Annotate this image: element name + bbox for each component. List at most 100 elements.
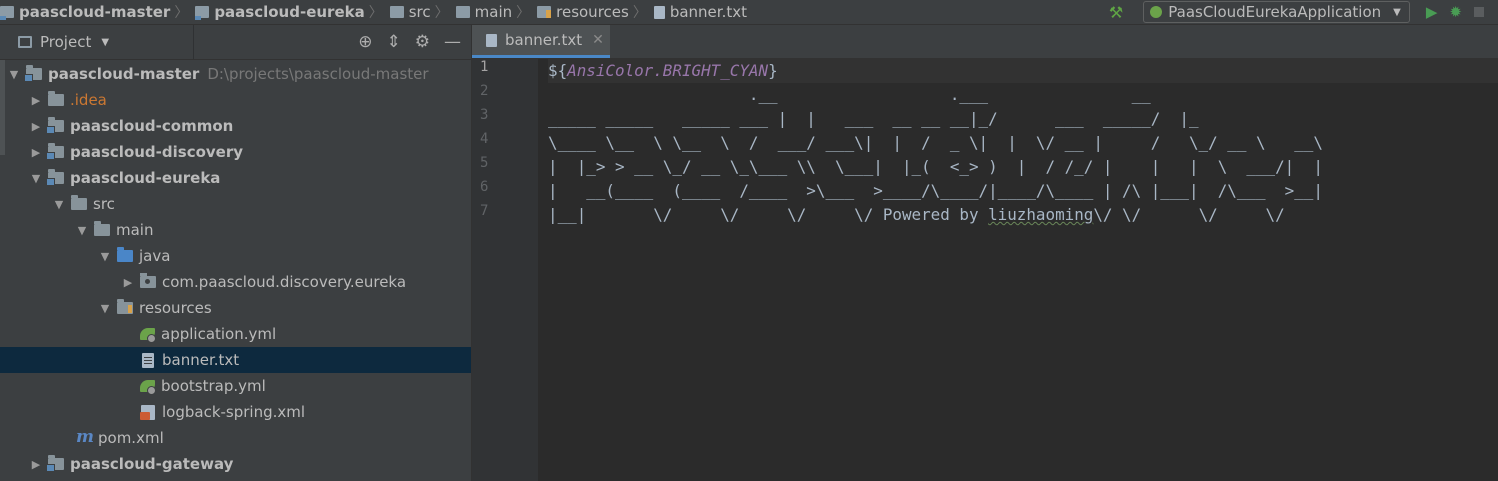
hide-minus-icon[interactable]: — bbox=[444, 32, 461, 52]
chevron-down-icon[interactable]: ▼ bbox=[30, 172, 42, 185]
tab-label: banner.txt bbox=[505, 31, 583, 49]
tree-node-label: paascloud-gateway bbox=[70, 455, 234, 473]
run-toolbar: ⚒ PaasCloudEurekaApplication ▼ ▶ ✹ bbox=[1109, 0, 1498, 24]
tree-node-resources[interactable]: ▼ resources bbox=[0, 295, 471, 321]
editor-area: banner.txt ✕ 1 2 3 4 5 6 7 ${AnsiColor.B… bbox=[472, 25, 1498, 481]
tree-node-label: java bbox=[139, 247, 171, 265]
chevron-right-icon: 〉 bbox=[434, 5, 449, 21]
gear-icon[interactable]: ⚙ bbox=[415, 32, 430, 52]
locate-target-icon[interactable]: ⊕ bbox=[358, 32, 372, 52]
code-line-3: _____ _____ _____ ___ | | ___ __ __ __|_… bbox=[548, 109, 1199, 128]
chevron-down-icon[interactable]: ▼ bbox=[76, 224, 88, 237]
breadcrumb-file[interactable]: banner.txt bbox=[653, 0, 747, 24]
tree-node-label: application.yml bbox=[161, 325, 277, 343]
breadcrumb-label: paascloud-eureka bbox=[214, 3, 365, 21]
line-number: 3 bbox=[480, 107, 489, 123]
code-line-2: .__ .___ __ bbox=[548, 85, 1151, 104]
chevron-right-icon: 〉 bbox=[632, 5, 647, 21]
chevron-down-icon[interactable]: ▼ bbox=[99, 302, 111, 315]
tree-node-logback-xml[interactable]: ▶ logback-spring.xml bbox=[0, 399, 471, 425]
line-number: 6 bbox=[480, 179, 489, 195]
close-icon[interactable]: ✕ bbox=[592, 32, 604, 48]
chevron-down-icon[interactable]: ▼ bbox=[99, 250, 111, 263]
code-editor[interactable]: ${AnsiColor.BRIGHT_CYAN} .__ .___ __ ___… bbox=[548, 59, 1498, 481]
text-file-icon bbox=[486, 33, 497, 47]
tree-node-label: resources bbox=[139, 299, 212, 317]
tree-node-src[interactable]: ▼ src bbox=[0, 191, 471, 217]
chevron-right-icon[interactable]: ▶ bbox=[30, 120, 42, 133]
header-divider bbox=[193, 25, 194, 59]
folder-icon bbox=[94, 221, 110, 236]
tree-node-paascloud-common[interactable]: ▶ paascloud-common bbox=[0, 113, 471, 139]
tree-node-java[interactable]: ▼ java bbox=[0, 243, 471, 269]
project-view-title[interactable]: Project bbox=[40, 33, 91, 51]
tree-node-label: pom.xml bbox=[98, 429, 164, 447]
tree-node-label: bootstrap.yml bbox=[161, 377, 266, 395]
tree-node-main[interactable]: ▼ main bbox=[0, 217, 471, 243]
tree-node-bootstrap-yml[interactable]: ▶ bootstrap.yml bbox=[0, 373, 471, 399]
folder-icon bbox=[71, 195, 87, 210]
maven-icon: m bbox=[76, 427, 94, 447]
project-view-icon bbox=[18, 36, 32, 48]
line-number: 5 bbox=[480, 155, 489, 171]
tree-node-label: banner.txt bbox=[162, 351, 240, 369]
tree-node-paascloud-master[interactable]: ▼ paascloud-master D:\projects\paascloud… bbox=[0, 61, 471, 87]
breadcrumb-project[interactable]: paascloud-master 〉 bbox=[0, 0, 195, 24]
breadcrumb-src[interactable]: src 〉 bbox=[389, 0, 456, 24]
tree-node-paascloud-discovery[interactable]: ▶ paascloud-discovery bbox=[0, 139, 471, 165]
line-number: 4 bbox=[480, 131, 489, 147]
breadcrumb-resources[interactable]: resources 〉 bbox=[537, 0, 654, 24]
chevron-down-icon: ▼ bbox=[1393, 6, 1401, 18]
tree-node-label: paascloud-eureka bbox=[70, 169, 221, 187]
line-number: 2 bbox=[480, 83, 489, 99]
code-line-5: | |_> > __ \_/ __ \_\___ \\ \___| |_( <_… bbox=[548, 157, 1323, 176]
chevron-right-icon[interactable]: ▶ bbox=[30, 94, 42, 107]
tree-node-banner-txt[interactable]: ▶ banner.txt bbox=[0, 347, 471, 373]
tree-node-pom-xml[interactable]: ▶ m pom.xml bbox=[0, 425, 471, 451]
code-token: } bbox=[768, 61, 778, 80]
chevron-down-icon[interactable]: ▼ bbox=[8, 68, 20, 81]
tree-node-application-yml[interactable]: ▶ application.yml bbox=[0, 321, 471, 347]
chevron-right-icon[interactable]: ▶ bbox=[122, 276, 134, 289]
tree-node-package[interactable]: ▶ com.paascloud.discovery.eureka bbox=[0, 269, 471, 295]
line-number: 1 bbox=[480, 59, 489, 75]
chevron-right-icon: 〉 bbox=[516, 5, 531, 21]
tree-node-paascloud-eureka[interactable]: ▼ paascloud-eureka bbox=[0, 165, 471, 191]
project-panel-tools: ⊕ ⇕ ⚙ — bbox=[358, 25, 461, 59]
breadcrumb-main[interactable]: main 〉 bbox=[455, 0, 537, 24]
source-folder-icon bbox=[117, 247, 133, 262]
module-folder-icon bbox=[195, 6, 210, 20]
build-hammer-icon[interactable]: ⚒ bbox=[1109, 3, 1123, 22]
run-icon[interactable]: ▶ bbox=[1426, 3, 1438, 21]
debug-bug-icon[interactable]: ✹ bbox=[1449, 3, 1462, 21]
module-folder-icon bbox=[46, 169, 64, 186]
spring-config-icon bbox=[140, 328, 156, 343]
breadcrumb-module[interactable]: paascloud-eureka 〉 bbox=[195, 0, 389, 24]
resources-folder-icon bbox=[537, 6, 552, 18]
code-line-6: | __(____ (____ /____ >\___ >____/\____/… bbox=[548, 181, 1323, 200]
project-tool-window: Project ▼ ⊕ ⇕ ⚙ — ▼ paascloud-master D:\… bbox=[0, 25, 472, 481]
tree-node-path: D:\projects\paascloud-master bbox=[207, 65, 429, 83]
tree-node-label: main bbox=[116, 221, 154, 239]
chevron-right-icon[interactable]: ▶ bbox=[30, 458, 42, 471]
project-panel-header: Project ▼ ⊕ ⇕ ⚙ — bbox=[0, 25, 471, 60]
chevron-down-icon[interactable]: ▼ bbox=[101, 37, 109, 48]
run-configuration-select[interactable]: PaasCloudEurekaApplication ▼ bbox=[1143, 1, 1410, 23]
module-folder-icon bbox=[46, 117, 64, 134]
collapse-all-icon[interactable]: ⇕ bbox=[387, 32, 401, 52]
code-token-variable: AnsiColor.BRIGHT_CYAN bbox=[567, 61, 769, 80]
spring-boot-icon bbox=[1150, 6, 1163, 18]
tree-node-idea[interactable]: ▶ .idea bbox=[0, 87, 471, 113]
chevron-down-icon[interactable]: ▼ bbox=[53, 198, 65, 211]
chevron-right-icon[interactable]: ▶ bbox=[30, 146, 42, 159]
folder-icon bbox=[48, 91, 64, 106]
tree-node-label: logback-spring.xml bbox=[162, 403, 306, 421]
chevron-right-icon: 〉 bbox=[174, 5, 189, 21]
tab-banner-txt[interactable]: banner.txt ✕ bbox=[472, 25, 610, 58]
code-token: \/ \/ \/ \/ bbox=[1093, 205, 1285, 224]
tree-node-paascloud-gateway[interactable]: ▶ paascloud-gateway bbox=[0, 451, 471, 477]
project-folder-icon bbox=[0, 6, 14, 20]
stop-icon[interactable] bbox=[1474, 7, 1484, 17]
breadcrumb-label: main bbox=[474, 3, 513, 21]
module-folder-icon bbox=[46, 143, 64, 160]
